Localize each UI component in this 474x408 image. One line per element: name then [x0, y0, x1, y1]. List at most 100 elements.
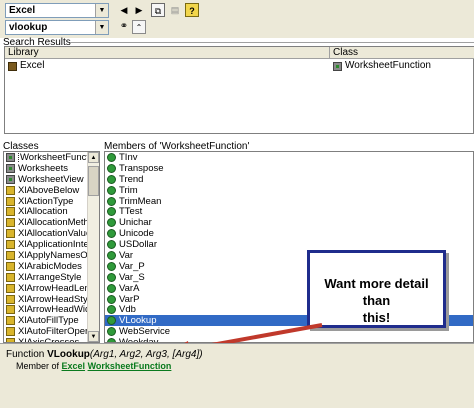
- binoculars-search-icon[interactable]: ⚭: [117, 20, 131, 34]
- column-header-library[interactable]: Library: [5, 47, 330, 59]
- help-icon[interactable]: ?: [185, 3, 199, 17]
- method-icon: [107, 174, 116, 184]
- class-list-item[interactable]: XlAutoFilterOperator: [4, 326, 99, 337]
- enum-icon: [6, 240, 15, 250]
- member-list-item-label: TTest: [119, 206, 143, 218]
- member-list-item-label: WebService: [119, 326, 171, 338]
- class-list-item-label: XlArrowHeadStyle: [18, 293, 96, 305]
- method-icon: [107, 316, 116, 326]
- result-library-cell[interactable]: Excel: [8, 60, 44, 72]
- view-definition-icon[interactable]: ▤: [168, 3, 182, 17]
- member-list-item-label: Trend: [119, 173, 144, 185]
- search-results-list[interactable]: Library Class Excel WorksheetFunction: [4, 46, 474, 134]
- class-list-item-label: Worksheets: [18, 162, 68, 174]
- class-icon: [6, 163, 15, 173]
- class-list-item[interactable]: XlAboveBelow: [4, 185, 99, 196]
- member-list-item-label: TInv: [119, 152, 138, 163]
- column-header-label: Library: [8, 47, 39, 58]
- search-combo[interactable]: vlookup ▼: [5, 20, 109, 35]
- enum-icon: [6, 185, 15, 195]
- class-list-item[interactable]: XlAllocationValue: [4, 228, 99, 239]
- member-list-item[interactable]: TInv: [105, 152, 473, 163]
- class-list-item[interactable]: XlArabicModes: [4, 261, 99, 272]
- chevron-down-icon[interactable]: ▼: [95, 4, 108, 17]
- scroll-thumb[interactable]: [88, 166, 99, 196]
- member-list-item-label: VarP: [119, 293, 140, 305]
- class-list-item[interactable]: WorksheetView: [4, 174, 99, 185]
- column-header-label: Class: [333, 47, 359, 58]
- member-list-item-label: Trim: [119, 184, 138, 196]
- callout-line-2: this!: [362, 310, 391, 325]
- signature-args: (Arg1, Arg2, Arg3, [Arg4]): [89, 349, 203, 360]
- class-list-item-label: XlAllocation: [18, 206, 68, 218]
- signature-name: VLookup: [47, 349, 90, 360]
- member-of-class-link[interactable]: WorksheetFunction: [88, 361, 172, 371]
- search-combo-value: vlookup: [9, 22, 48, 33]
- copy-icon[interactable]: ⧉: [151, 3, 165, 17]
- enum-icon: [6, 250, 15, 260]
- class-list-item[interactable]: WorksheetFunction: [4, 152, 99, 163]
- member-list-item[interactable]: Unicode: [105, 228, 473, 239]
- enum-icon: [6, 218, 15, 228]
- method-icon: [107, 327, 116, 337]
- method-icon: [107, 207, 116, 217]
- member-of: Member of Excel WorksheetFunction: [16, 361, 171, 371]
- member-list-item[interactable]: Trim: [105, 185, 473, 196]
- member-of-label: Member of: [16, 361, 62, 371]
- class-list-item[interactable]: XlArrowHeadStyle: [4, 293, 99, 305]
- class-list-item[interactable]: XlAllocation: [4, 206, 99, 217]
- divider: [70, 42, 474, 43]
- class-list-item-label: XlArabicModes: [18, 260, 82, 272]
- method-icon: [107, 152, 116, 162]
- function-signature: Function VLookup(Arg1, Arg2, Arg3, [Arg4…: [6, 349, 203, 360]
- class-list-item[interactable]: XlArrowHeadLength: [4, 283, 99, 294]
- member-of-library-link[interactable]: Excel: [62, 361, 86, 371]
- class-list-item[interactable]: XlArrowHeadWidth: [4, 304, 99, 315]
- classes-list[interactable]: WorksheetFunction Worksheets WorksheetView…: [3, 151, 100, 343]
- member-list-item-label: Vdb: [119, 304, 136, 316]
- enum-icon: [6, 229, 15, 239]
- member-list-item[interactable]: USDollar: [105, 239, 473, 250]
- class-list-item[interactable]: XlAutoFillType: [4, 315, 99, 326]
- column-header-class[interactable]: Class: [330, 47, 474, 59]
- signature-prefix: Function: [6, 349, 48, 360]
- toolbar: Excel ▼ vlookup ▼ ◀ ▶ ⧉ ▤ ? ⚭ ⌃: [0, 0, 474, 38]
- class-list-item[interactable]: XlApplyNamesOrder: [4, 250, 99, 261]
- method-icon: [107, 272, 116, 282]
- member-list-item[interactable]: Trend: [105, 174, 473, 185]
- class-list-item[interactable]: XlApplicationInternat: [4, 239, 99, 250]
- scroll-down-icon[interactable]: ▼: [88, 331, 99, 342]
- scroll-up-icon[interactable]: ▲: [88, 152, 99, 163]
- member-list-item-label: Var_P: [119, 260, 145, 272]
- member-list-item-label: USDollar: [119, 239, 158, 251]
- enum-icon: [6, 327, 15, 337]
- library-icon: [8, 61, 17, 71]
- member-list-item[interactable]: Unichar: [105, 217, 473, 228]
- enum-icon: [6, 294, 15, 304]
- classes-scrollbar[interactable]: ▲ ▼: [87, 152, 99, 342]
- class-list-item-label: WorksheetView: [18, 173, 84, 185]
- member-list-item-label: Var_S: [119, 271, 145, 283]
- collapse-results-icon[interactable]: ⌃: [132, 20, 146, 34]
- callout-line-1: Want more detail than: [324, 276, 429, 308]
- method-icon: [107, 305, 116, 315]
- member-list-item[interactable]: Transpose: [105, 163, 473, 174]
- member-list-item[interactable]: TTest: [105, 206, 473, 217]
- back-icon[interactable]: ◀: [117, 3, 131, 17]
- method-icon: [107, 250, 116, 260]
- library-combo[interactable]: Excel ▼: [5, 3, 109, 18]
- class-list-item[interactable]: XlActionType: [4, 196, 99, 206]
- class-list-item[interactable]: XlAllocationMethod: [4, 217, 99, 228]
- class-list-item[interactable]: Worksheets: [4, 163, 99, 174]
- result-class-cell[interactable]: WorksheetFunction: [333, 60, 431, 72]
- member-list-item-label: Var: [119, 250, 134, 261]
- member-list-item-label: TrimMean: [119, 195, 162, 207]
- method-icon: [107, 240, 116, 250]
- enum-icon: [6, 316, 15, 326]
- member-list-item[interactable]: TrimMean: [105, 195, 473, 207]
- chevron-down-icon[interactable]: ▼: [95, 21, 108, 34]
- method-icon: [107, 261, 116, 271]
- method-icon: [107, 196, 116, 206]
- class-list-item[interactable]: XlArrangeStyle: [4, 272, 99, 283]
- forward-icon[interactable]: ▶: [132, 3, 146, 17]
